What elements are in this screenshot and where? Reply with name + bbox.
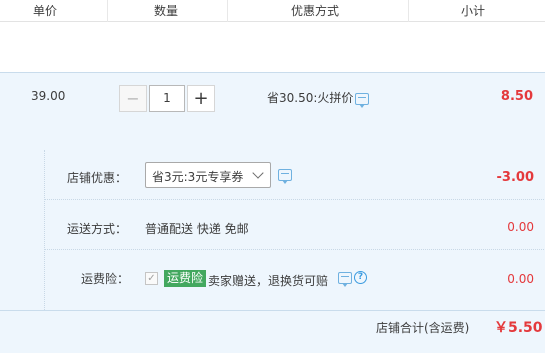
shop-coupon-selected: 省3元:3元专享券	[152, 170, 244, 184]
insurance-label: 运费险：	[81, 272, 130, 286]
shipping-amount: 0.00	[507, 220, 534, 234]
shop-coupon-amount: -3.00	[496, 170, 534, 185]
item-subtotal: 8.50	[500, 89, 533, 104]
header-divider	[107, 0, 108, 22]
shop-total-row: 店铺合计(含运费) ￥5.50	[0, 310, 545, 353]
shop-total-label: 店铺合计(含运费)	[376, 321, 470, 335]
shop-coupon-select[interactable]: 省3元:3元专享券	[145, 162, 271, 188]
question-circle-icon[interactable]: ?	[354, 271, 367, 284]
message-bubble-icon[interactable]	[278, 169, 292, 184]
shipping-row: 运送方式： 普通配送 快递 免邮 0.00	[45, 200, 545, 250]
insurance-description: 卖家赠送，退换货可赔	[208, 274, 329, 288]
shop-coupon-label: 店铺优惠：	[67, 171, 128, 185]
cart-column-header: 单价 数量 优惠方式 小计	[0, 0, 545, 22]
message-bubble-icon[interactable]	[338, 272, 352, 287]
shipping-method: 普通配送 快递 免邮	[145, 222, 249, 236]
shipping-label: 运送方式：	[67, 222, 128, 236]
decrease-quantity-button[interactable]: −	[119, 85, 147, 112]
cart-item-row: 39.00 − 1 + 省30.50:火拼价 8.50	[0, 72, 545, 150]
insurance-amount: 0.00	[507, 272, 534, 286]
header-divider	[408, 0, 409, 22]
shop-options-panel: 店铺优惠： 省3元:3元专享券 -3.00 运送方式： 普通配送 快递 免邮 0…	[44, 150, 545, 310]
insurance-badge: 运费险	[164, 270, 207, 287]
shop-options-section: 店铺优惠： 省3元:3元专享券 -3.00 运送方式： 普通配送 快递 免邮 0…	[0, 150, 545, 310]
shipping-insurance-row: 运费险： ✓ 运费险 卖家赠送，退换货可赔 ? 0.00	[45, 250, 545, 298]
header-promo: 优惠方式	[291, 4, 340, 18]
header-subtotal: 小计	[461, 4, 486, 18]
quantity-input[interactable]: 1	[149, 85, 185, 112]
increase-quantity-button[interactable]: +	[187, 85, 215, 112]
message-bubble-icon[interactable]	[355, 93, 369, 108]
header-price: 单价	[33, 4, 58, 18]
chevron-down-icon	[252, 167, 264, 179]
header-quantity: 数量	[154, 4, 179, 18]
insurance-checkbox[interactable]: ✓	[145, 272, 158, 285]
item-unit-price: 39.00	[31, 89, 66, 103]
quantity-stepper: − 1 +	[119, 85, 215, 112]
shop-coupon-row: 店铺优惠： 省3元:3元专享券 -3.00	[45, 150, 545, 200]
item-promo-text: 省30.50:火拼价	[267, 91, 354, 105]
shop-total-value: ￥5.50	[494, 320, 543, 336]
header-divider	[227, 0, 228, 22]
